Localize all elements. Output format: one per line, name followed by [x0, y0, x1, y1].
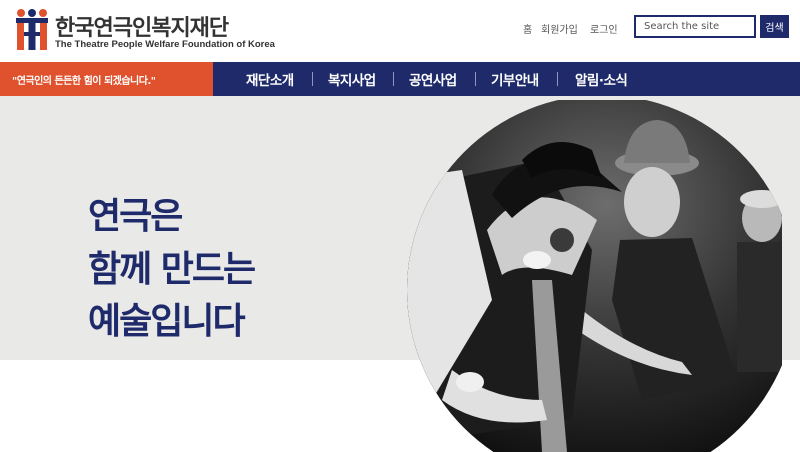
nav-divider — [557, 72, 558, 86]
search-button[interactable]: 검색 — [760, 15, 789, 38]
logo-title: 한국연극인복지재단 — [55, 16, 229, 41]
nav-divider — [475, 72, 476, 86]
nav-divider — [312, 72, 313, 86]
nav-divider — [393, 72, 394, 86]
logo-icon — [16, 9, 48, 50]
search-input[interactable] — [634, 15, 756, 38]
hero-line-3: 예술입니다 — [88, 301, 246, 342]
nav-item-performance[interactable]: 공연사업 — [409, 62, 457, 96]
site-header: 한국연극인복지재단 The Theatre People Welfare Fou… — [0, 0, 800, 62]
logo[interactable]: 한국연극인복지재단 The Theatre People Welfare Fou… — [14, 8, 275, 54]
slogan: "연극인의 든든한 힘이 되겠습니다." — [0, 62, 213, 96]
nav-item-about[interactable]: 재단소개 — [246, 62, 294, 96]
nav-item-welfare[interactable]: 복지사업 — [328, 62, 376, 96]
nav-item-donation[interactable]: 기부안내 — [491, 62, 539, 96]
hero-line-2: 함께 만드는 — [88, 249, 256, 290]
hero-photo — [407, 100, 782, 452]
home-link[interactable]: 홈 — [523, 21, 532, 36]
logo-subtitle: The Theatre People Welfare Foundation of… — [55, 39, 275, 50]
main-nav: "연극인의 든든한 힘이 되겠습니다." 재단소개 복지사업 공연사업 기부안내… — [0, 62, 800, 96]
hero-line-1: 연극은 — [88, 196, 183, 237]
nav-item-news[interactable]: 알림·소식 — [575, 62, 628, 96]
login-link[interactable]: 로그인 — [590, 21, 618, 36]
signup-link[interactable]: 회원가입 — [541, 21, 578, 36]
